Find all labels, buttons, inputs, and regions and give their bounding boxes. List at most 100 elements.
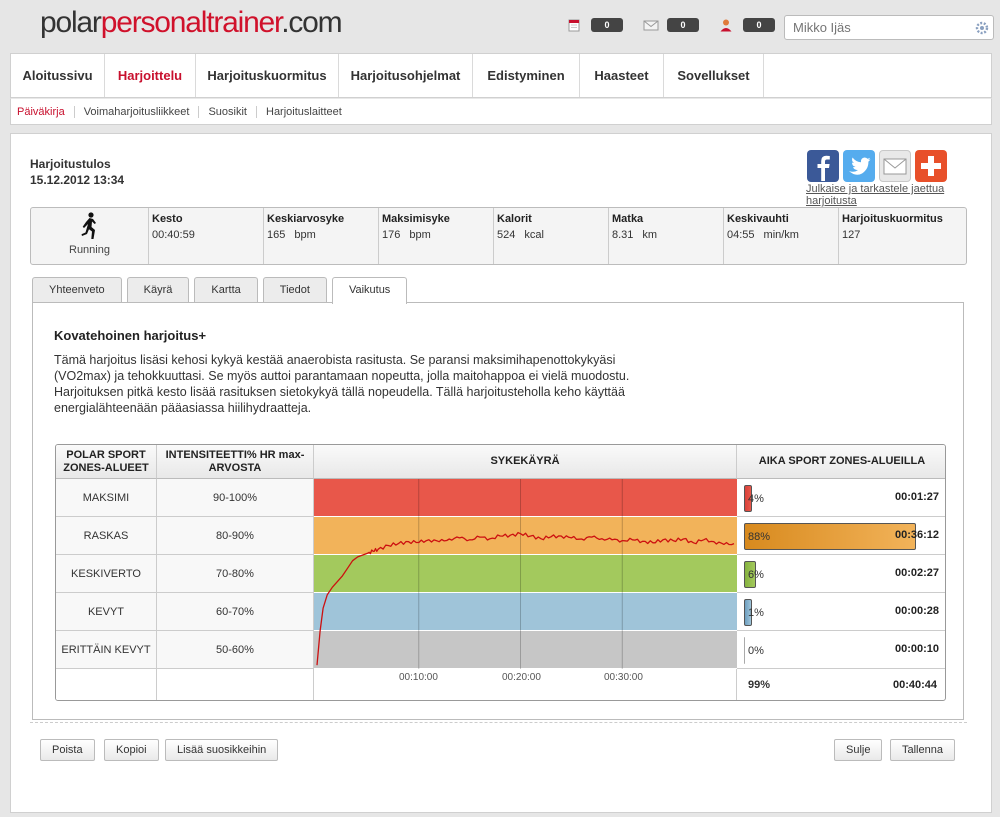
nav-item-harjoituskuormitus[interactable]: Harjoituskuormitus <box>196 54 339 97</box>
tab-kartta[interactable]: Kartta <box>194 277 258 302</box>
zone-percent: 4% <box>748 493 764 505</box>
metric-label: Matka <box>612 213 644 225</box>
calendar-count[interactable]: 0 <box>591 18 623 32</box>
metric-unit: kcal <box>524 229 544 241</box>
zone-name: KESKIVERTO <box>56 555 157 593</box>
logo-part-2: personaltrainer <box>100 6 283 39</box>
axis-tick-label: 00:30:00 <box>604 672 643 683</box>
metric-distance: Matka 8.31 km <box>609 208 724 264</box>
zone-percent: 88% <box>748 531 771 543</box>
metric-value: 524 <box>497 229 516 241</box>
nav-item-harjoittelu[interactable]: Harjoittelu <box>105 54 196 97</box>
subnav-item-voimaharjoitusliikkeet[interactable]: Voimaharjoitusliikkeet <box>75 105 200 118</box>
metric-label: Maksimisyke <box>382 213 450 225</box>
subnav-item-harjoituslaitteet[interactable]: Harjoituslaitteet <box>257 106 351 118</box>
exercise-title: Harjoitustulos <box>30 157 111 171</box>
tab-tiedot[interactable]: Tiedot <box>262 277 327 302</box>
twitter-icon[interactable] <box>843 150 875 182</box>
mail-count[interactable]: 0 <box>667 18 699 32</box>
effect-title: Kovatehoinen harjoitus+ <box>54 328 207 343</box>
header-zone: POLAR SPORT ZONES-ALUEET <box>56 445 157 479</box>
zone-range: 80-90% <box>157 517 314 555</box>
user-search-input[interactable] <box>791 17 971 38</box>
zone-range: 60-70% <box>157 593 314 631</box>
sub-navigation: Päiväkirja Voimaharjoitusliikkeet Suosik… <box>10 98 992 125</box>
header-intensity: INTENSITEETTI% HR max-ARVOSTA <box>157 445 314 479</box>
logo-part-1: polar <box>40 6 102 39</box>
metric-unit: bpm <box>409 229 431 241</box>
zone-name: RASKAS <box>56 517 157 555</box>
zone-time-row: 88% 00:36:12 <box>737 517 945 555</box>
metric-avg-pace: Keskivauhti 04:55 min/km <box>724 208 839 264</box>
zone-percent: 6% <box>748 569 764 581</box>
zone-time-row: 1% 00:00:28 <box>737 593 945 631</box>
close-button[interactable]: Sulje <box>834 739 883 761</box>
add-favorite-button[interactable]: Lisää suosikkeihin <box>165 739 279 761</box>
gear-icon[interactable] <box>975 21 989 35</box>
subnav-item-paivakirja[interactable]: Päiväkirja <box>17 105 75 118</box>
metric-calories: Kalorit 524 kcal <box>494 208 609 264</box>
zone-time: 00:36:12 <box>894 529 939 541</box>
total-percent: 99% <box>748 679 771 691</box>
metric-value: 04:55 <box>727 229 755 241</box>
subnav-item-suosikit[interactable]: Suosikit <box>199 105 257 118</box>
user-count[interactable]: 0 <box>743 18 775 32</box>
facebook-icon[interactable] <box>807 150 839 182</box>
axis-tick-label: 00:20:00 <box>502 672 541 683</box>
effect-tab-panel: Kovatehoinen harjoitus+ Tämä harjoitus l… <box>32 302 964 720</box>
share-buttons <box>807 150 951 182</box>
nav-item-haasteet[interactable]: Haasteet <box>580 54 664 97</box>
zone-time: 00:00:28 <box>894 605 939 617</box>
user-icon[interactable] <box>719 18 733 32</box>
hr-band-raskas <box>314 517 737 554</box>
zone-range: 90-100% <box>157 479 314 517</box>
footer-empty-cell <box>157 669 314 700</box>
metric-unit: km <box>642 229 658 241</box>
calendar-icon[interactable] <box>567 18 581 32</box>
tab-kayra[interactable]: Käyrä <box>126 277 190 302</box>
zone-time: 00:01:27 <box>894 491 939 503</box>
tab-vaikutus[interactable]: Vaikutus <box>331 277 408 304</box>
zone-time: 00:00:10 <box>894 643 939 655</box>
zone-time-row: 0% 00:00:10 <box>737 631 945 669</box>
exercise-tabs: Yhteenveto Käyrä Kartta Tiedot Vaikutus <box>32 277 412 304</box>
metric-label: Kesto <box>152 213 183 225</box>
metric-label: Harjoituskuormitus <box>842 213 943 225</box>
header-counters: 0 0 0 <box>567 18 795 32</box>
zone-time-bar <box>744 637 746 664</box>
metric-max-hr: Maksimisyke 176 bpm <box>379 208 494 264</box>
zone-time-row: 4% 00:01:27 <box>737 479 945 517</box>
heart-rate-chart <box>314 479 737 669</box>
plus-share-icon[interactable] <box>915 150 947 182</box>
running-icon <box>81 212 96 239</box>
save-button[interactable]: Tallenna <box>890 739 955 761</box>
metric-unit: min/km <box>763 229 799 241</box>
zone-name: KEVYT <box>56 593 157 631</box>
exercise-panel: Harjoitustulos 15.12.2012 13:34 Julkaise… <box>10 133 992 813</box>
nav-item-sovellukset[interactable]: Sovellukset <box>664 54 764 97</box>
polar-logo[interactable]: polarpersonaltrainer.com <box>40 6 343 40</box>
sport-zones-table: POLAR SPORT ZONES-ALUEET INTENSITEETTI% … <box>55 444 946 701</box>
metric-label: Keskivauhti <box>727 213 789 225</box>
nav-item-harjoitusohjelmat[interactable]: Harjoitusohjelmat <box>339 54 473 97</box>
email-share-icon[interactable] <box>879 150 911 182</box>
nav-item-edistyminen[interactable]: Edistyminen <box>473 54 580 97</box>
hr-band-erittäin-kevyt <box>314 631 737 668</box>
tab-yhteenveto[interactable]: Yhteenveto <box>32 277 122 302</box>
exercise-summary: Running Kesto 00:40:59 Keskiarvosyke 165… <box>30 207 967 265</box>
main-navigation: Aloitussivu Harjoittelu Harjoituskuormit… <box>10 53 992 98</box>
zone-name: MAKSIMI <box>56 479 157 517</box>
zone-time-row: 6% 00:02:27 <box>737 555 945 593</box>
logo-part-3: .com <box>281 6 342 39</box>
zone-time: 00:02:27 <box>894 567 939 579</box>
sport-label: Running <box>69 244 110 256</box>
zone-percent: 0% <box>748 645 764 657</box>
zone-name: ERITTÄIN KEVYT <box>56 631 157 669</box>
nav-item-aloitussivu[interactable]: Aloitussivu <box>11 54 105 97</box>
header-time-in-zones: AIKA SPORT ZONES-ALUEILLA <box>737 445 945 479</box>
shared-exercise-link[interactable]: Julkaise ja tarkastele jaettua harjoitus… <box>806 183 966 207</box>
mail-icon[interactable] <box>643 18 659 32</box>
metric-avg-hr: Keskiarvosyke 165 bpm <box>264 208 379 264</box>
copy-button[interactable]: Kopioi <box>104 739 159 761</box>
delete-button[interactable]: Poista <box>40 739 95 761</box>
